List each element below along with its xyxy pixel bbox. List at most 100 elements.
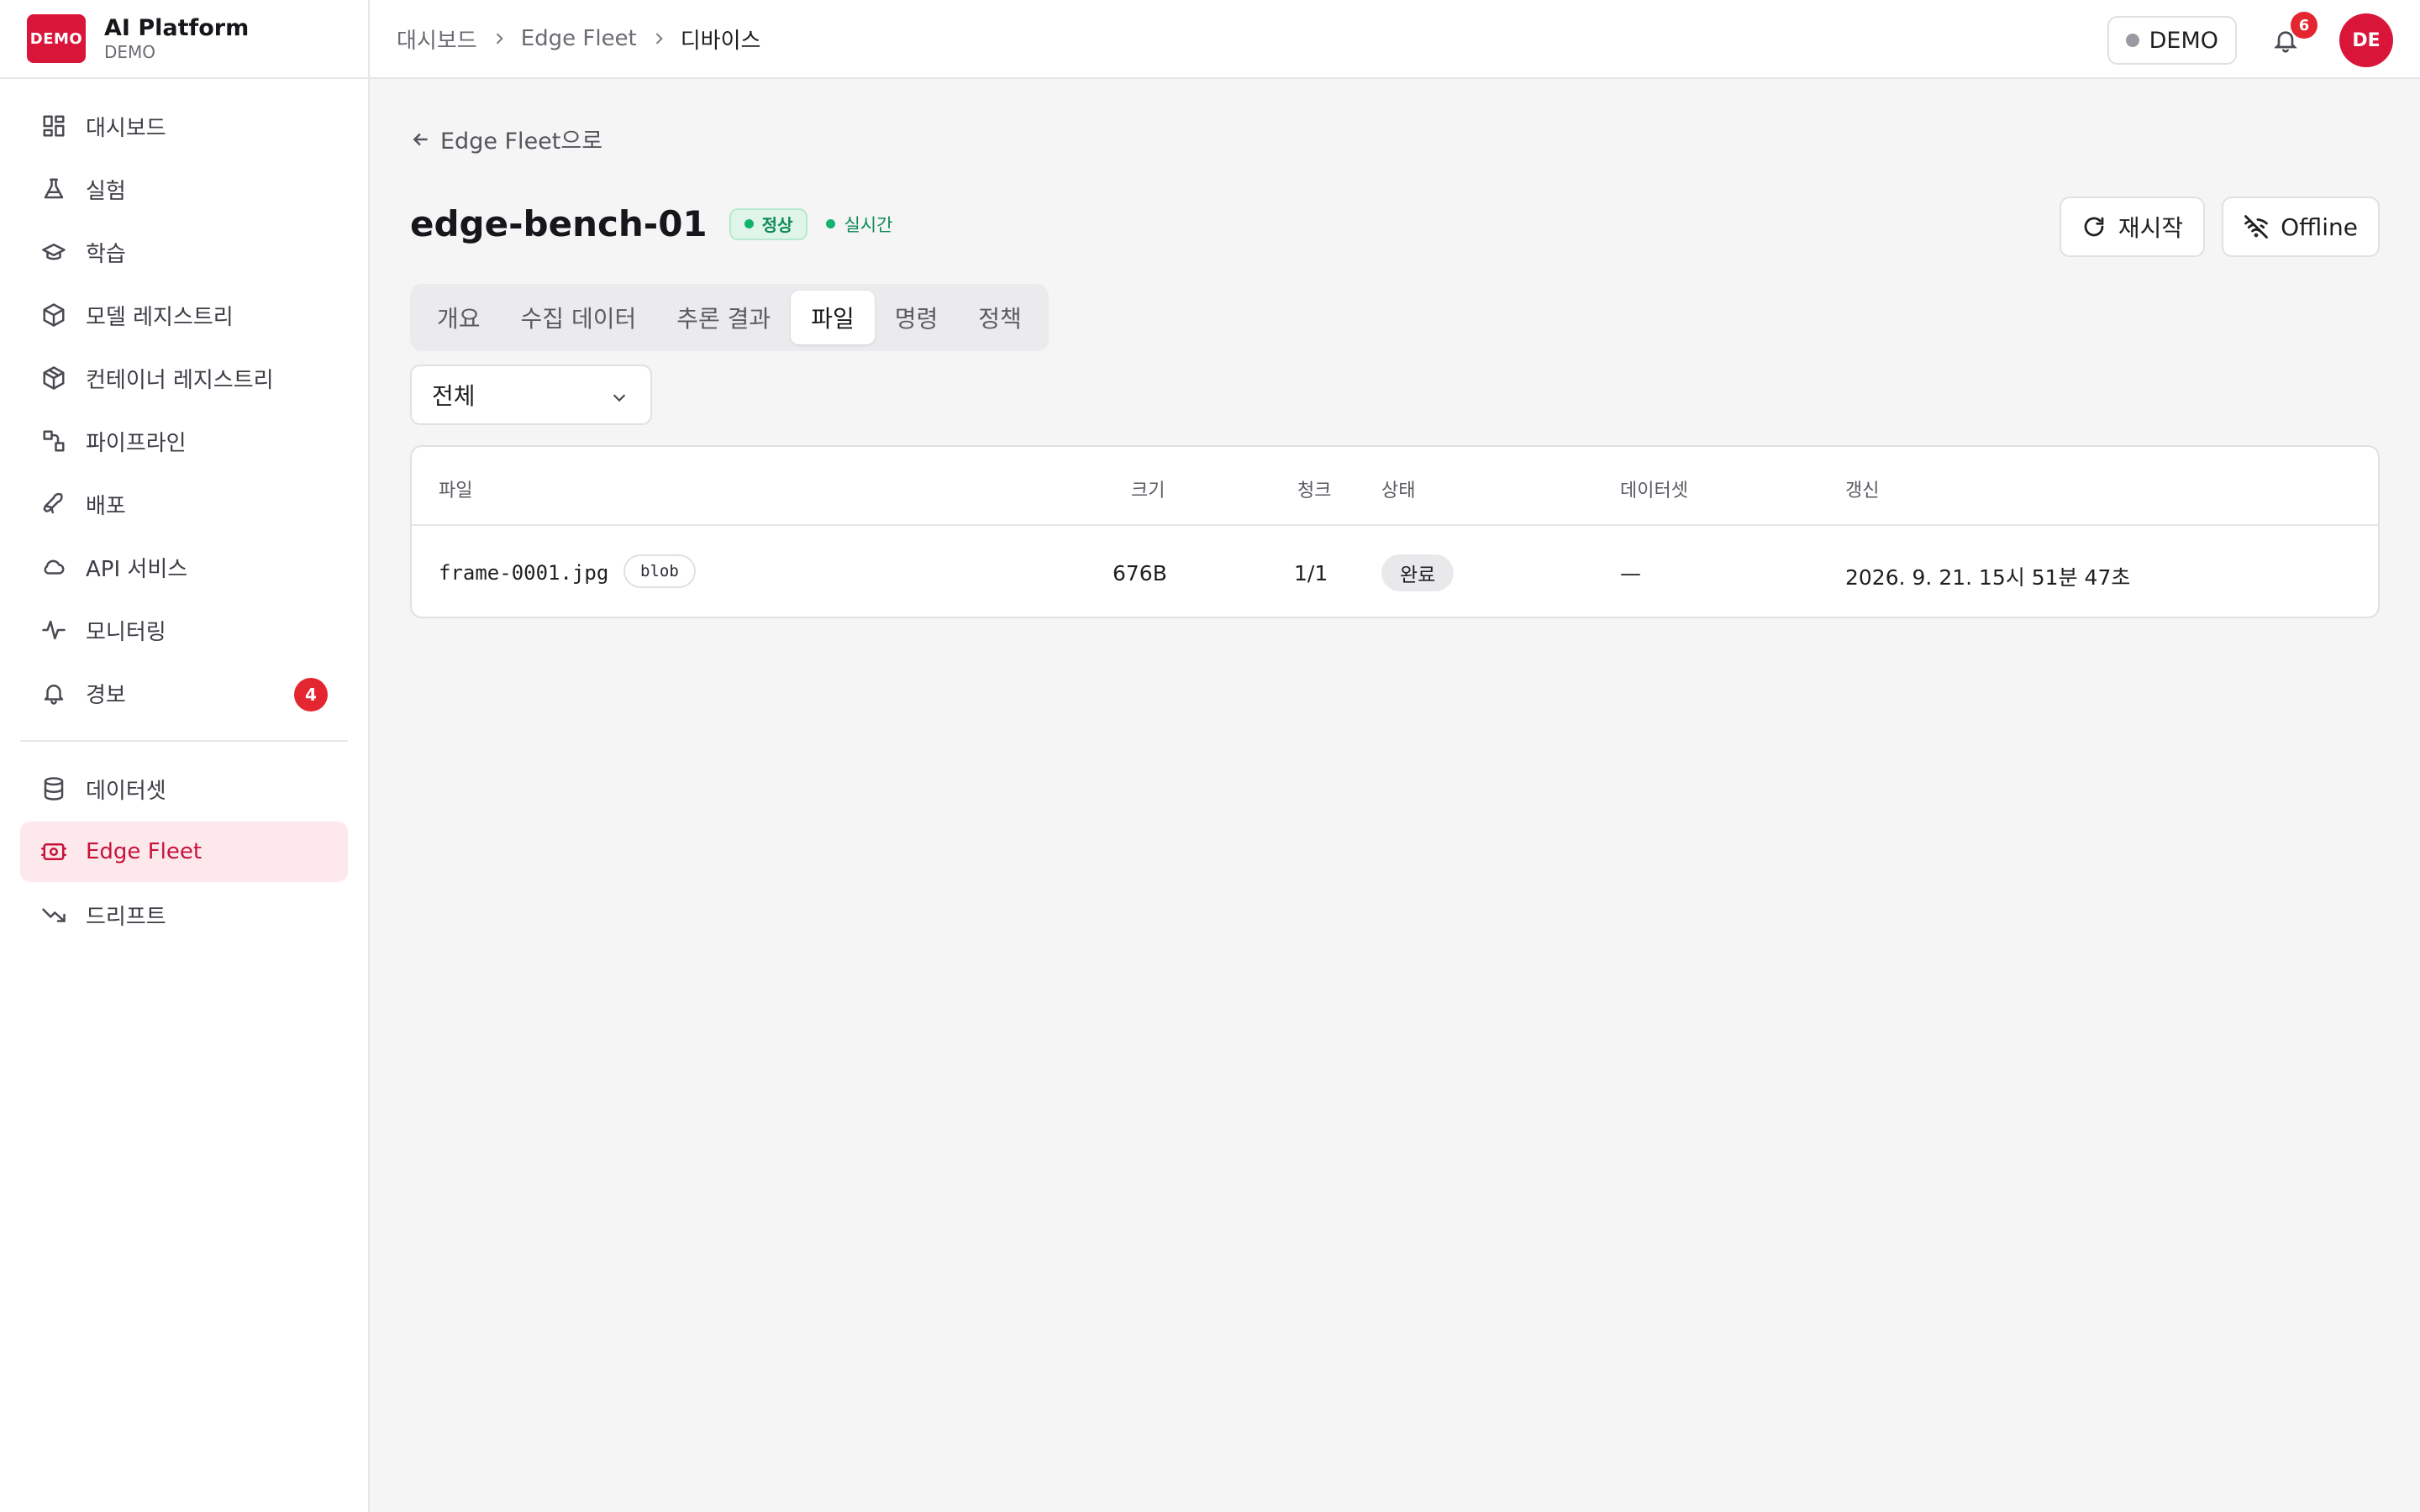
table-row[interactable]: frame-0001.jpg blob 676B 1/1 완료 — 2026. …	[412, 526, 2378, 617]
sidebar-item-experiments[interactable]: 실험	[20, 159, 348, 219]
breadcrumb-edge-fleet[interactable]: Edge Fleet	[521, 26, 637, 51]
database-icon	[40, 775, 67, 802]
environment-label: DEMO	[2149, 27, 2218, 54]
dashboard-icon	[40, 113, 67, 139]
sidebar-item-label: 모델 레지스트리	[86, 304, 234, 330]
tab-files[interactable]: 파일	[791, 291, 875, 344]
sidebar-item-alerts[interactable]: 경보 4	[20, 663, 348, 723]
sidebar-item-label: 실험	[86, 178, 126, 204]
sidebar-item-deploy[interactable]: 배포	[20, 474, 348, 534]
topbar: 대시보드 Edge Fleet 디바이스 DEMO 6 DE	[370, 0, 2420, 79]
chevron-right-icon	[650, 30, 667, 47]
tab-inference-results[interactable]: 추론 결과	[656, 291, 791, 344]
container-icon	[40, 365, 67, 391]
user-avatar[interactable]: DE	[2339, 13, 2393, 67]
notifications-button[interactable]: 6	[2269, 12, 2317, 57]
restart-button[interactable]: 재시작	[2059, 197, 2206, 257]
filter-value: 전체	[432, 382, 476, 410]
file-updated: 2026. 9. 21. 15시 51분 47초	[1845, 565, 2131, 590]
column-header-updated: 갱신	[1845, 480, 1880, 501]
main-content: Edge Fleet으로 edge-bench-01 정상 실시간 재시작 Of…	[370, 79, 2420, 1512]
column-header-file: 파일	[439, 480, 473, 501]
sidebar-item-label: 컨테이너 레지스트리	[86, 367, 274, 393]
sidebar-item-label: 파이프라인	[86, 430, 187, 456]
flask-icon	[40, 176, 67, 202]
sidebar-item-label: 배포	[86, 493, 126, 519]
chevron-down-icon	[613, 394, 626, 402]
file-filter-select[interactable]: 전체	[410, 365, 652, 425]
refresh-icon	[2084, 217, 2104, 237]
status-badge: 정상	[729, 207, 808, 240]
file-size: 676B	[1113, 561, 1167, 585]
notification-count-badge: 6	[2291, 12, 2317, 39]
nav-group-data: 데이터셋 Edge Fleet 드리프트	[20, 759, 348, 945]
page-title: edge-bench-01	[410, 203, 708, 244]
back-to-edge-fleet-link[interactable]: Edge Fleet으로	[410, 123, 602, 155]
sidebar-item-container-registry[interactable]: 컨테이너 레지스트리	[20, 348, 348, 408]
app-root: DEMO AI Platform DEMO 대시보드 실험 학습 모델 레지스트…	[0, 0, 2420, 1512]
sidebar-item-label: 경보	[86, 682, 126, 708]
files-table: 파일 크기 청크 상태 데이터셋 갱신 frame-0001.jpg blob …	[410, 445, 2380, 618]
brand[interactable]: DEMO AI Platform DEMO	[0, 0, 368, 79]
sidebar-item-label: 모니터링	[86, 619, 166, 645]
tab-policy[interactable]: 정책	[958, 291, 1042, 344]
sidebar: DEMO AI Platform DEMO 대시보드 실험 학습 모델 레지스트…	[0, 0, 370, 1512]
sidebar-item-drift[interactable]: 드리프트	[20, 885, 348, 945]
sidebar-item-label: Edge Fleet	[86, 839, 203, 864]
brand-text: AI Platform DEMO	[104, 15, 249, 62]
sidebar-item-label: 대시보드	[86, 115, 166, 141]
sidebar-item-model-registry[interactable]: 모델 레지스트리	[20, 285, 348, 345]
arrow-left-icon	[413, 133, 428, 145]
graduation-cap-icon	[40, 239, 67, 265]
sidebar-item-api-service[interactable]: API 서비스	[20, 537, 348, 597]
sidebar-item-label: API 서비스	[86, 556, 188, 582]
breadcrumb-device: 디바이스	[680, 28, 761, 54]
sidebar-nav: 대시보드 실험 학습 모델 레지스트리 컨테이너 레지스트리 파이프라인 배포 …	[0, 79, 368, 945]
sidebar-item-label: 데이터셋	[86, 778, 166, 804]
sidebar-item-edge-fleet[interactable]: Edge Fleet	[20, 822, 348, 882]
file-chunks: 1/1	[1294, 561, 1328, 585]
live-indicator: 실시간	[826, 212, 892, 237]
file-kind-tag: blob	[623, 554, 696, 588]
chevron-right-icon	[491, 30, 508, 47]
trend-down-icon	[40, 901, 67, 928]
topbar-actions: DEMO 6 DE	[2107, 12, 2393, 67]
rocket-icon	[40, 491, 67, 517]
sidebar-item-training[interactable]: 학습	[20, 222, 348, 282]
restart-label: 재시작	[2118, 214, 2184, 242]
brand-title: AI Platform	[104, 15, 250, 41]
device-tabs: 개요 수집 데이터 추론 결과 파일 명령 정책	[410, 284, 1049, 351]
sidebar-item-label: 드리프트	[86, 904, 166, 930]
sidebar-item-datasets[interactable]: 데이터셋	[20, 759, 348, 819]
tab-collected-data[interactable]: 수집 데이터	[501, 291, 657, 344]
file-dataset: —	[1620, 561, 1641, 585]
sidebar-item-dashboard[interactable]: 대시보드	[20, 96, 348, 156]
environment-switcher[interactable]: DEMO	[2107, 16, 2237, 65]
sidebar-item-pipeline[interactable]: 파이프라인	[20, 411, 348, 471]
sidebar-item-label: 학습	[86, 241, 126, 267]
column-header-size: 크기	[1131, 480, 1165, 501]
edge-fleet-icon	[40, 838, 67, 865]
tab-commands[interactable]: 명령	[875, 291, 959, 344]
bell-icon	[40, 680, 67, 706]
breadcrumb-dashboard[interactable]: 대시보드	[397, 24, 477, 55]
environment-status-dot	[2125, 34, 2139, 47]
back-link-label: Edge Fleet으로	[440, 129, 603, 155]
sidebar-item-monitoring[interactable]: 모니터링	[20, 600, 348, 660]
brand-logo: DEMO	[27, 14, 86, 63]
live-label: 실시간	[844, 214, 893, 235]
cube-icon	[40, 302, 67, 328]
alerts-count-badge: 4	[294, 678, 328, 711]
device-header: edge-bench-01 정상 실시간	[410, 203, 892, 244]
status-label: 정상	[761, 215, 793, 235]
offline-button[interactable]: Offline	[2222, 197, 2380, 257]
tab-overview[interactable]: 개요	[417, 291, 501, 344]
file-status-badge: 완료	[1381, 554, 1455, 591]
brand-subtitle: DEMO	[104, 42, 156, 62]
column-header-dataset: 데이터셋	[1620, 480, 1688, 501]
file-name: frame-0001.jpg	[439, 561, 609, 585]
live-dot	[826, 219, 836, 228]
activity-icon	[40, 617, 67, 643]
sidebar-divider	[20, 740, 348, 742]
nav-group-main: 대시보드 실험 학습 모델 레지스트리 컨테이너 레지스트리 파이프라인 배포 …	[20, 79, 348, 723]
